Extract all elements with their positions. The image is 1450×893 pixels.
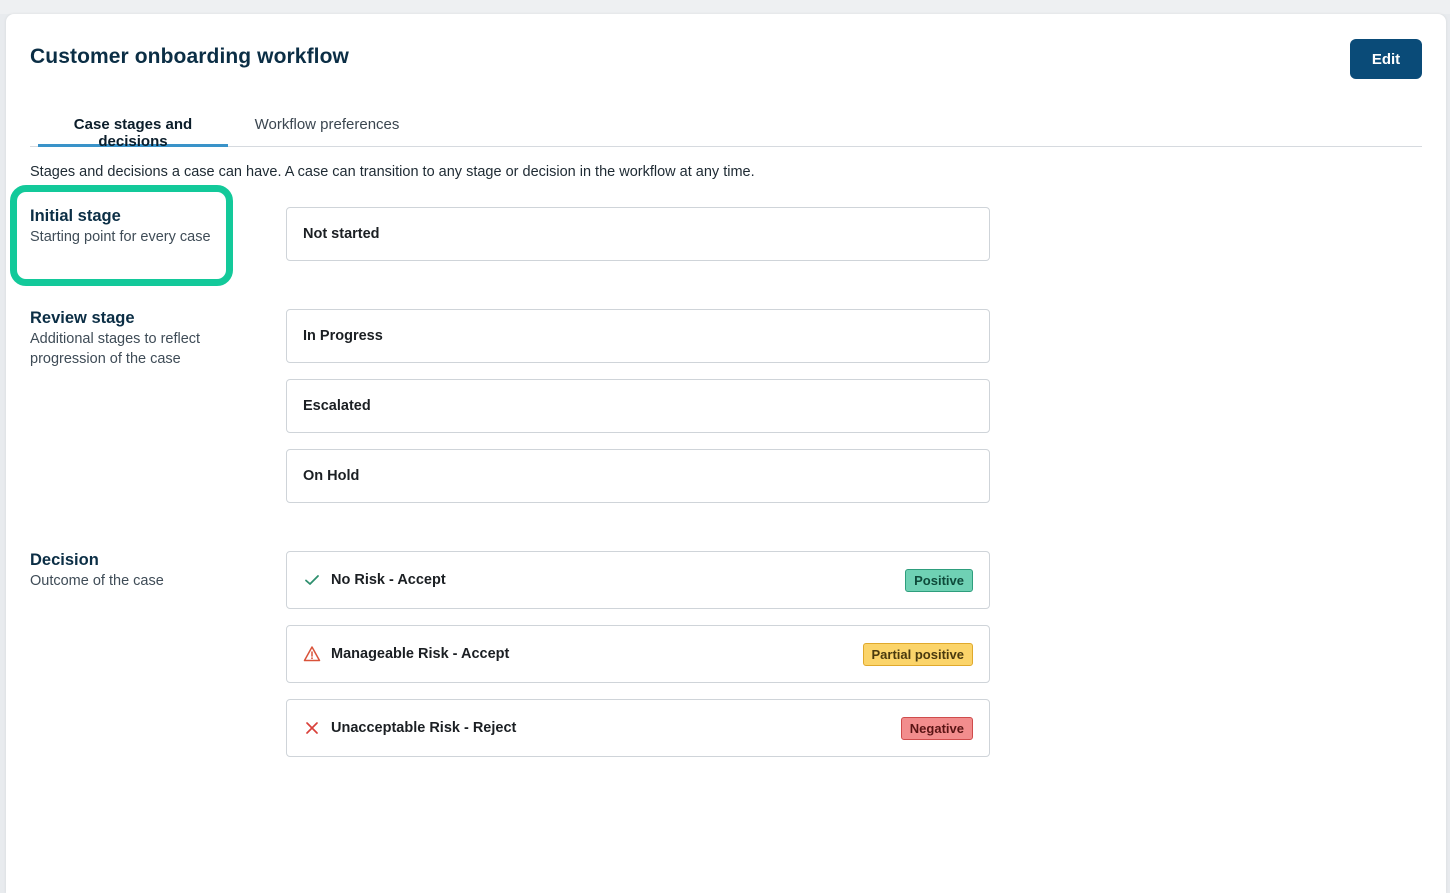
stage-item-escalated[interactable]: Escalated bbox=[286, 379, 990, 433]
stage-item-in-progress[interactable]: In Progress bbox=[286, 309, 990, 363]
decision-label: Manageable Risk - Accept bbox=[331, 646, 510, 662]
decision-title: Decision bbox=[30, 551, 99, 569]
edit-button[interactable]: Edit bbox=[1350, 39, 1422, 79]
review-stage-subtitle: Additional stages to reflect progression… bbox=[30, 331, 201, 367]
stage-item-not-started[interactable]: Not started bbox=[286, 207, 990, 261]
tab-workflow-preferences[interactable]: Workflow preferences bbox=[252, 114, 402, 147]
status-badge-partial-positive: Partial positive bbox=[862, 642, 973, 666]
stage-label: Not started bbox=[303, 226, 380, 242]
stage-label: Escalated bbox=[303, 398, 371, 414]
initial-stage-title: Initial stage bbox=[30, 207, 121, 225]
workflow-card: Customer onboarding workflow Edit Case s… bbox=[6, 14, 1446, 893]
decision-item-no-risk[interactable]: No Risk - Accept Positive bbox=[286, 551, 990, 609]
stage-label: In Progress bbox=[303, 328, 383, 344]
decision-subtitle: Outcome of the case bbox=[30, 573, 164, 589]
decision-item-manageable-risk[interactable]: Manageable Risk - Accept Partial positiv… bbox=[286, 625, 990, 683]
section-description: Stages and decisions a case can have. A … bbox=[30, 164, 755, 180]
x-icon bbox=[303, 719, 321, 737]
initial-stage-subtitle: Starting point for every case bbox=[30, 229, 211, 245]
review-stage-title: Review stage bbox=[30, 309, 135, 327]
top-bar bbox=[0, 0, 1450, 14]
status-badge-negative: Negative bbox=[900, 716, 973, 740]
warning-triangle-icon bbox=[303, 645, 321, 663]
decision-item-unacceptable-risk[interactable]: Unacceptable Risk - Reject Negative bbox=[286, 699, 990, 757]
decision-label: Unacceptable Risk - Reject bbox=[331, 720, 517, 736]
page-title: Customer onboarding workflow bbox=[30, 45, 349, 68]
decision-label: No Risk - Accept bbox=[331, 572, 446, 588]
stage-item-on-hold[interactable]: On Hold bbox=[286, 449, 990, 503]
check-icon bbox=[303, 571, 321, 589]
tab-bar: Case stages and decisions Workflow prefe… bbox=[30, 114, 1422, 150]
tab-case-stages[interactable]: Case stages and decisions bbox=[38, 114, 228, 150]
stage-label: On Hold bbox=[303, 468, 360, 484]
status-badge-positive: Positive bbox=[905, 568, 973, 592]
